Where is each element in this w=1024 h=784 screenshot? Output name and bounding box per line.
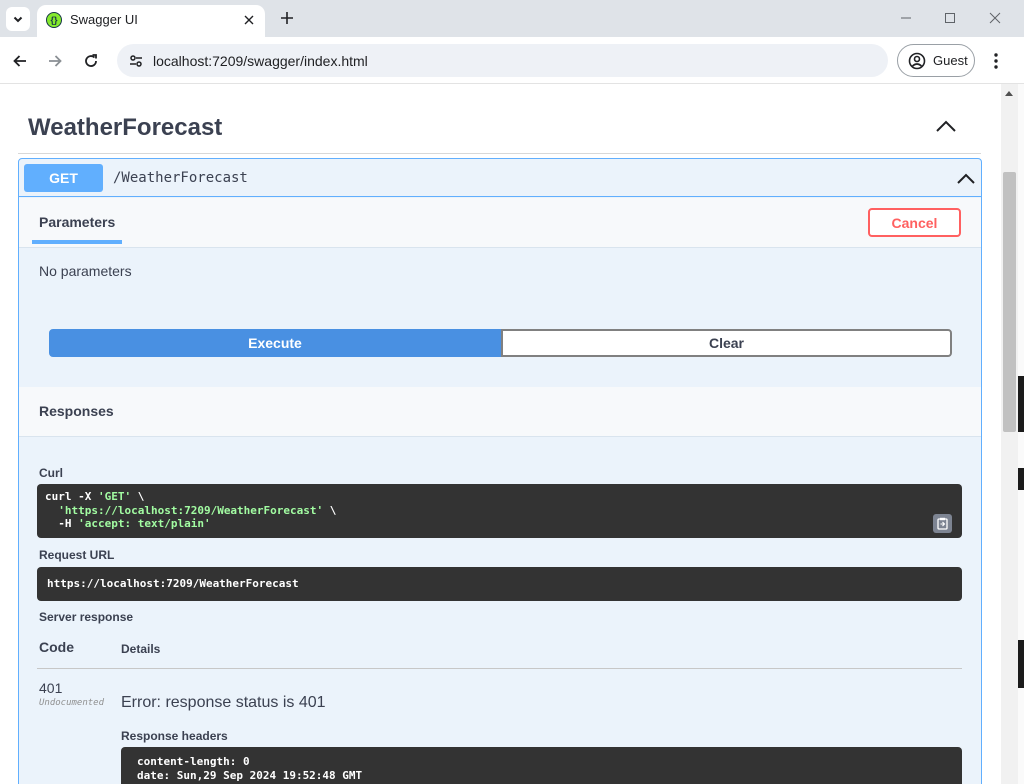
minimize-button[interactable] — [891, 6, 921, 30]
minimize-icon — [901, 17, 911, 19]
curl-line-3: -H 'accept: text/plain' — [45, 517, 954, 531]
tab-title: Swagger UI — [70, 12, 138, 27]
reload-button[interactable] — [79, 49, 103, 73]
edge-mark — [1018, 376, 1024, 432]
responses-header: Responses — [19, 387, 981, 437]
close-tab-button[interactable] — [241, 12, 257, 28]
responses-title: Responses — [39, 403, 114, 419]
forward-button[interactable] — [43, 49, 67, 73]
url-text[interactable]: localhost:7209/swagger/index.html — [153, 53, 368, 69]
curl-line-1: curl -X 'GET' \ — [45, 490, 954, 504]
browser-toolbar: localhost:7209/swagger/index.html Guest — [0, 37, 1024, 84]
close-icon — [244, 15, 254, 25]
curl-line-2: 'https://localhost:7209/WeatherForecast'… — [45, 504, 954, 518]
profile-label: Guest — [933, 53, 968, 68]
section-divider — [18, 153, 981, 154]
tab-underline — [32, 240, 122, 244]
profile-button[interactable]: Guest — [897, 44, 975, 77]
plus-icon — [281, 12, 293, 24]
maximize-button[interactable] — [935, 6, 965, 30]
operation-path: /WeatherForecast — [113, 170, 248, 186]
error-message: Error: response status is 401 — [121, 694, 326, 711]
response-headers-block[interactable]: content-length: 0 date: Sun,29 Sep 2024 … — [121, 747, 962, 784]
maximize-icon — [945, 13, 955, 23]
request-url-block[interactable]: https://localhost:7209/WeatherForecast — [37, 567, 962, 601]
operation-block: GET /WeatherForecast Parameters Cancel N… — [18, 158, 982, 784]
tab-search-button[interactable] — [6, 7, 30, 31]
reload-icon — [85, 54, 97, 67]
method-badge: GET — [24, 164, 103, 192]
column-header-details: Details — [121, 642, 161, 656]
response-status-code: 401 — [39, 680, 63, 696]
tab-parameters[interactable]: Parameters — [39, 214, 115, 230]
header-line: date: Sun,29 Sep 2024 19:52:48 GMT — [137, 769, 363, 782]
arrow-right-icon — [49, 55, 62, 67]
header-line: content-length: 0 — [137, 755, 250, 768]
undocumented-label: Undocumented — [39, 698, 105, 708]
scrollbar-thumb[interactable] — [1003, 172, 1016, 432]
browser-menu-button[interactable] — [986, 49, 1006, 73]
clipboard-icon — [937, 517, 948, 530]
address-bar[interactable]: localhost:7209/swagger/index.html — [117, 44, 888, 77]
swagger-logo-icon: {} — [46, 12, 62, 28]
parameters-header: Parameters Cancel — [19, 198, 981, 248]
chevron-down-icon — [13, 16, 23, 23]
no-parameters-text: No parameters — [39, 263, 132, 279]
site-info-button[interactable] — [125, 50, 147, 72]
curl-header-flag: -H — [58, 517, 79, 530]
curl-url-string: 'https://localhost:7209/WeatherForecast' — [58, 503, 324, 517]
column-header-code: Code — [39, 639, 74, 655]
table-divider — [37, 668, 962, 669]
arrow-left-icon — [13, 55, 26, 67]
curl-header-string: 'accept: text/plain' — [78, 517, 211, 530]
scroll-up-arrow-icon[interactable] — [1004, 89, 1014, 97]
chevron-up-icon[interactable] — [956, 171, 976, 187]
curl-continuation: \ — [131, 490, 145, 503]
close-icon — [989, 12, 1001, 24]
curl-command: curl -X — [45, 490, 98, 503]
request-url-label: Request URL — [39, 548, 115, 562]
section-title[interactable]: WeatherForecast — [28, 114, 222, 142]
account-circle-icon — [908, 52, 926, 69]
edge-mark — [1018, 640, 1024, 688]
back-button[interactable] — [8, 49, 32, 73]
browser-window: {} Swagger UI localhost:7209/swagger/ind… — [0, 0, 1024, 784]
response-headers-label: Response headers — [121, 729, 228, 743]
chevron-up-icon[interactable] — [935, 118, 957, 136]
cancel-button[interactable]: Cancel — [868, 208, 961, 237]
more-vert-icon — [994, 53, 998, 69]
browser-tab[interactable]: {} Swagger UI — [37, 5, 265, 37]
curl-code-block[interactable]: curl -X 'GET' \ 'https://localhost:7209/… — [37, 484, 962, 538]
curl-label: Curl — [39, 466, 63, 480]
tab-bar: {} Swagger UI — [0, 0, 1024, 37]
operation-summary[interactable]: GET /WeatherForecast — [19, 159, 981, 197]
server-response-label: Server response — [39, 610, 134, 624]
swagger-page: WeatherForecast GET /WeatherForecast Par… — [0, 84, 1001, 784]
edge-mark — [1018, 468, 1024, 490]
tune-icon — [130, 55, 142, 67]
new-tab-button[interactable] — [276, 7, 298, 29]
clear-button[interactable]: Clear — [501, 329, 952, 357]
copy-to-clipboard-button[interactable] — [933, 514, 952, 533]
execute-button[interactable]: Execute — [49, 329, 501, 357]
curl-continuation: \ — [323, 503, 337, 517]
close-window-button[interactable] — [980, 6, 1010, 30]
curl-method-string: 'GET' — [97, 490, 132, 503]
